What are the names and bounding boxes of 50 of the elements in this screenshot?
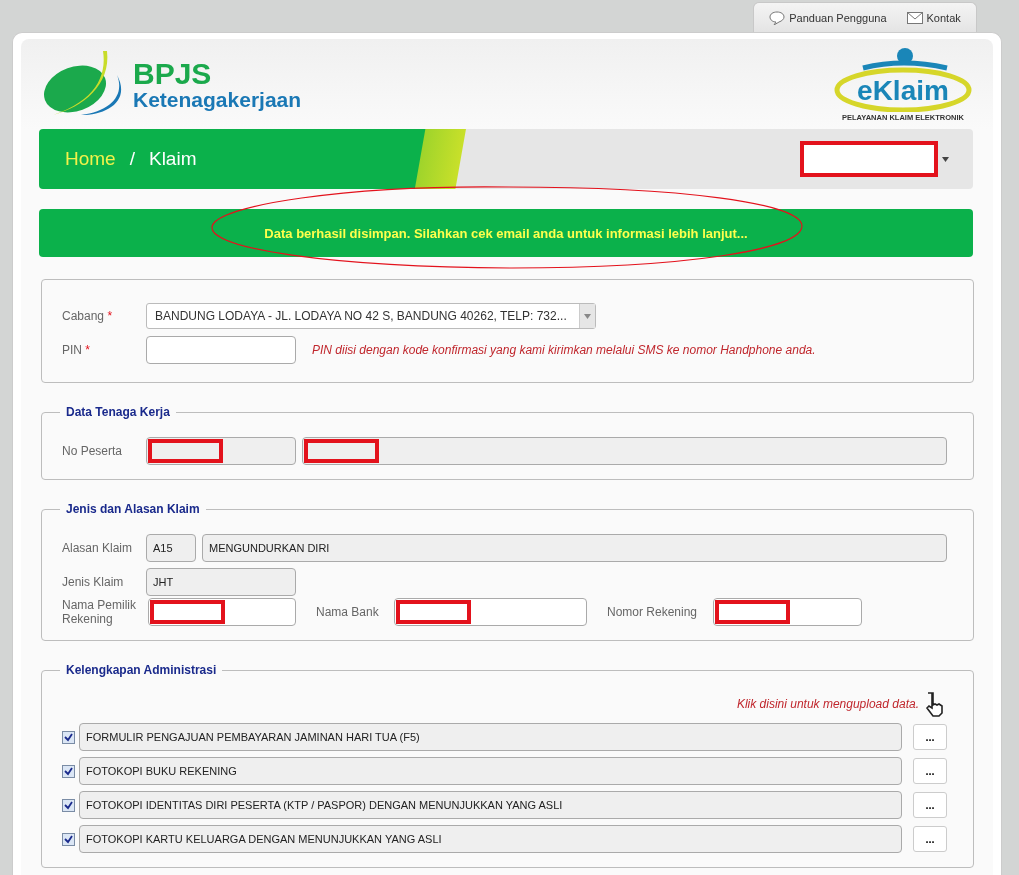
- text-field[interactable]: JHT: [146, 568, 296, 596]
- checkbox[interactable]: [62, 832, 75, 846]
- text-field[interactable]: A15: [146, 534, 196, 562]
- contact-link[interactable]: Kontak: [906, 11, 961, 24]
- branch-select[interactable]: BANDUNG LODAYA - JL. LODAYA NO 42 S, BANDUNG 40262, TELP: 732...: [146, 303, 596, 329]
- brand-subtitle: Ketenagakerjaan: [133, 88, 302, 110]
- field-label: Cabang *: [62, 309, 114, 323]
- required-mark: *: [107, 309, 113, 323]
- pin-hint: PIN diisi dengan kode konfirmasi yang kami kirimkan melalui SMS ke nomor Handphone anda.: [312, 343, 816, 357]
- eklaim-logo-icon: [833, 46, 973, 112]
- breadcrumb-separator: /: [129, 148, 135, 170]
- field-label: Nama Bank: [316, 605, 380, 619]
- browse-button[interactable]: ...: [913, 826, 947, 852]
- document-field: FORMULIR PENGAJUAN PEMBAYARAN JAMINAN HARI TUA (F5): [79, 723, 902, 751]
- section-title: Jenis dan Alasan Klaim: [65, 502, 201, 516]
- browse-button[interactable]: ...: [913, 792, 947, 818]
- caret-icon: [942, 156, 949, 162]
- field-label: Nomor Rekening: [607, 605, 699, 619]
- browse-button[interactable]: ...: [913, 758, 947, 784]
- section-title: Data Tenaga Kerja: [65, 405, 171, 419]
- field-label: Alasan Klaim: [62, 541, 134, 555]
- field-label: PIN *: [62, 343, 92, 357]
- app-logo-name: eKlaim: [857, 75, 949, 107]
- text-field[interactable]: [148, 598, 296, 626]
- required-mark: *: [85, 343, 91, 357]
- success-message: Data berhasil disimpan. Silahkan cek email anda untuk informasi lebih lanjut...: [39, 209, 973, 257]
- field-label: No Peserta: [62, 444, 124, 458]
- text-field[interactable]: [713, 598, 862, 626]
- text-field[interactable]: MENGUNDURKAN DIRI: [202, 534, 947, 562]
- speech-bubble-icon: [769, 10, 786, 25]
- text-field[interactable]: [394, 598, 587, 626]
- document-field: FOTOKOPI BUKU REKENING: [79, 757, 902, 785]
- dropdown-arrow-icon: [584, 313, 591, 319]
- section-title: Kelengkapan Administrasi: [65, 663, 218, 677]
- field-label: Jenis Klaim: [62, 575, 125, 589]
- checkbox[interactable]: [62, 730, 75, 744]
- envelope-icon: [906, 11, 923, 24]
- pin-field[interactable]: [146, 336, 296, 364]
- help-link[interactable]: Panduan Pengguna: [769, 10, 887, 25]
- document-field: FOTOKOPI KARTU KELUARGA DENGAN MENUNJUKKAN YANG ASLI: [79, 825, 902, 853]
- field-label: Nama Pemilik Rekening: [62, 598, 137, 626]
- user-menu[interactable]: [800, 141, 938, 177]
- text-field[interactable]: [302, 437, 947, 465]
- checkbox[interactable]: [62, 798, 75, 812]
- browse-button[interactable]: ...: [913, 724, 947, 750]
- brand-name: BPJS: [133, 58, 213, 89]
- text-field[interactable]: [146, 437, 296, 465]
- checkbox[interactable]: [62, 764, 75, 778]
- upload-hint: Klik disini untuk mengupload data.: [736, 697, 919, 711]
- document-field: FOTOKOPI IDENTITAS DIRI PESERTA (KTP / PASPOR) DENGAN MENUNJUKKAN YANG ASLI: [79, 791, 902, 819]
